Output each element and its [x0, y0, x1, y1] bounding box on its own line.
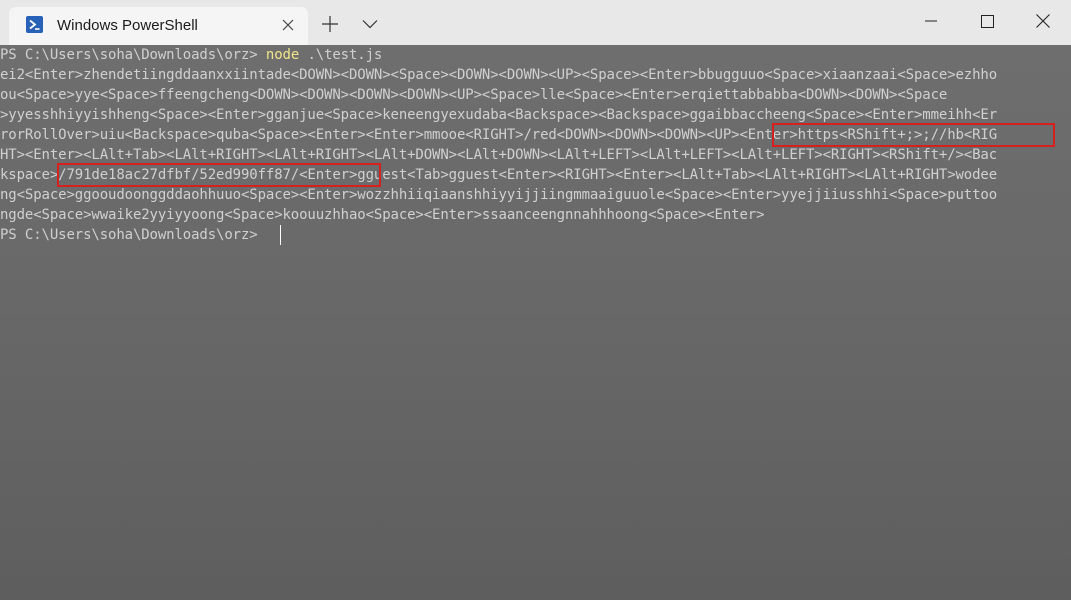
powershell-icon: [26, 16, 43, 33]
prompt-line: PS C:\Users\soha\Downloads\orz>: [0, 227, 266, 243]
command-line: PS C:\Users\soha\Downloads\orz> node .\t…: [0, 45, 382, 65]
close-tab-icon[interactable]: [278, 15, 298, 35]
plus-icon[interactable]: [318, 12, 342, 36]
output-line: ei2<Enter>zhendetiingddaanxxiintade<DOWN…: [0, 67, 998, 83]
close-icon[interactable]: [1015, 0, 1071, 42]
tab-powershell[interactable]: Windows PowerShell: [9, 7, 308, 45]
tab-title: Windows PowerShell: [57, 17, 198, 34]
minimize-icon[interactable]: [903, 0, 959, 42]
command-args: .\test.js: [299, 47, 383, 63]
terminal-output[interactable]: PS C:\Users\soha\Downloads\orz> node .\t…: [0, 45, 1071, 600]
output-line: ngde<Space>wwaike2yyiyyoong<Space>koouuz…: [0, 207, 765, 223]
prompt: PS C:\Users\soha\Downloads\orz>: [0, 47, 266, 63]
output-line: >yyesshhiyyishheng<Space><Enter>gganjue<…: [0, 107, 998, 123]
text-cursor: [280, 225, 281, 245]
chevron-down-icon[interactable]: [358, 12, 382, 36]
highlight-box-path: [57, 163, 381, 187]
output-line: ou<Space>yye<Space>ffeengcheng<DOWN><DOW…: [0, 87, 948, 103]
title-bar: Windows PowerShell: [0, 0, 1071, 45]
output-line: HT><Enter><LAlt+Tab><LAlt+RIGHT><LAlt+RI…: [0, 147, 998, 163]
highlight-box-url: [772, 123, 1055, 147]
command-name: node: [265, 47, 300, 63]
maximize-icon[interactable]: [959, 0, 1015, 42]
output-line: ng<Space>ggooudoonggddaohhuuo<Space><Ent…: [0, 187, 998, 203]
